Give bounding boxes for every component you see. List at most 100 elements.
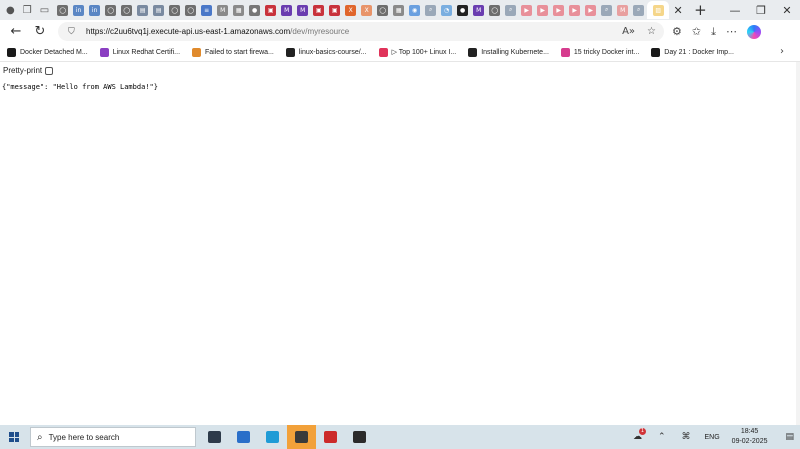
tab-black-1-favicon-icon: ● [457,4,469,16]
fav-day-21-docker[interactable]: Day 21 : Docker Imp... [651,47,734,57]
show-hidden-icons-icon[interactable]: ⌃ [658,432,666,442]
tab-docs-2[interactable]: ▤ [151,3,166,18]
microsoft-store-button[interactable] [229,425,258,449]
pretty-print-label: Pretty-print [3,66,43,75]
tab-orange-2[interactable]: X [359,3,374,18]
language-indicator[interactable]: ENG [705,434,720,441]
minimize-button[interactable]: — [722,4,748,17]
network-icon[interactable]: ⌘ [682,432,691,442]
tab-actions-icon[interactable]: ▭ [40,5,49,16]
new-tab-button[interactable]: + [694,2,707,18]
close-window-button[interactable]: ✕ [774,4,800,17]
fav-linux-basics[interactable]: linux-basics-course/... [285,47,367,57]
tab-circle-1-favicon-icon: ● [249,4,261,16]
start-button[interactable] [0,432,28,442]
tab-aws-active[interactable]: ▨ [647,1,670,19]
weather-icon[interactable]: ☁ 1 [633,428,646,442]
refresh-button[interactable]: ↻ [28,24,52,39]
acrobat-reader-button[interactable] [316,425,345,449]
tab-purple-3[interactable]: M [471,3,486,18]
tab-mail-1[interactable]: M [215,3,230,18]
tab-youtube-3[interactable]: ▶ [551,3,566,18]
tab-docs-1[interactable]: ▤ [135,3,150,18]
tab-github-1[interactable]: ◯ [55,3,70,18]
fav-linux-redhat[interactable]: Linux Redhat Certifi... [99,47,180,57]
terminal-button[interactable] [345,425,374,449]
tab-youtube-3-favicon-icon: ▶ [553,4,565,16]
more-menu-icon[interactable]: ⋯ [726,25,737,38]
fav-linux-redhat-icon [99,47,109,57]
fav-day-21-docker-icon [651,47,661,57]
tab-black-1[interactable]: ● [455,3,470,18]
task-view-button[interactable] [200,425,229,449]
tab-linkedin-1[interactable]: in [71,3,86,18]
copilot-icon[interactable] [746,24,761,39]
tab-docs-1-favicon-icon: ▤ [137,4,149,16]
read-aloud-icon[interactable]: A» [622,26,635,37]
tab-blue-2[interactable]: ◔ [439,3,454,18]
address-url[interactable]: https://c2uu6tvq1j.execute-api.us-east-1… [86,27,349,36]
tab-gmail-1-favicon-icon: M [617,4,629,16]
tab-search-3-favicon-icon: ⌕ [601,4,613,16]
downloads-icon[interactable]: ⤓ [711,25,716,39]
extensions-icon[interactable]: ⚙ [672,25,682,38]
tab-github-4[interactable]: ◯ [167,3,182,18]
profile-icon[interactable]: ● [6,5,15,16]
favorite-label: ▷ Top 100+ Linux I... [391,49,457,56]
fav-docker-detached[interactable]: Docker Detached M... [7,47,88,57]
tab-search-2[interactable]: ⌕ [503,3,518,18]
edge-browser-button[interactable] [258,425,287,449]
tab-search-1[interactable]: ⌕ [423,3,438,18]
fav-top-100-linux[interactable]: ▷ Top 100+ Linux I... [378,47,457,57]
tab-red-2[interactable]: ▣ [311,3,326,18]
tab-red-1[interactable]: ▣ [263,3,278,18]
close-tab-button[interactable]: ✕ [670,3,686,18]
tab-github-2[interactable]: ◯ [103,3,118,18]
tab-youtube-2[interactable]: ▶ [535,3,550,18]
pretty-print-toggle[interactable]: Pretty-print [3,66,54,75]
fav-failed-firewall-icon [192,47,202,57]
tab-github-7[interactable]: ◯ [487,3,502,18]
tab-doc-2[interactable]: ▦ [391,3,406,18]
tab-orange-1[interactable]: X [343,3,358,18]
tab-circle-1[interactable]: ● [247,3,262,18]
taskbar: ⌕ Type here to search ☁ 1 ⌃ ⌘ ENG 18:45 0… [0,425,800,449]
back-button[interactable]: ← [4,24,28,39]
tab-github-3[interactable]: ◯ [119,3,134,18]
tab-github-6[interactable]: ◯ [375,3,390,18]
pretty-print-checkbox[interactable] [45,66,54,75]
tab-youtube-4[interactable]: ▶ [567,3,582,18]
navigation-bar: ← ↻ ⛉ https://c2uu6tvq1j.execute-api.us-… [0,20,800,43]
tab-search-3[interactable]: ⌕ [599,3,614,18]
page-scrollbar[interactable] [796,62,800,426]
tab-purple-2[interactable]: M [295,3,310,18]
fav-failed-firewall[interactable]: Failed to start firewa... [192,47,274,57]
tab-doc-1[interactable]: ▦ [231,3,246,18]
favorites-icon[interactable]: ✩ [692,25,701,38]
restore-button[interactable]: ❐ [748,4,774,17]
tab-blue-1[interactable]: ◉ [407,3,422,18]
address-bar[interactable]: ⛉ https://c2uu6tvq1j.execute-api.us-east… [58,22,664,41]
tab-youtube-1[interactable]: ▶ [519,3,534,18]
favorite-label: Day 21 : Docker Imp... [664,48,734,56]
sticky-notes-button[interactable] [287,425,316,449]
tab-linkedin-2[interactable]: in [87,3,102,18]
tab-red-3[interactable]: ▣ [327,3,342,18]
tab-stack-1[interactable]: ≡ [199,3,214,18]
fav-15-tricky-docker[interactable]: 15 tricky Docker int... [560,47,639,57]
fav-installing-kubernetes[interactable]: Installing Kubernete... [468,47,549,57]
tab-youtube-5[interactable]: ▶ [583,3,598,18]
tab-linkedin-2-favicon-icon: in [89,4,101,16]
notifications-icon[interactable]: ▤ [785,432,794,442]
tab-purple-1[interactable]: M [279,3,294,18]
tab-search-4[interactable]: ⌕ [631,3,646,18]
tab-youtube-4-favicon-icon: ▶ [569,4,581,16]
site-info-icon[interactable]: ⛉ [68,26,86,37]
tab-github-5[interactable]: ◯ [183,3,198,18]
workspaces-icon[interactable]: ❒ [23,5,32,16]
favorite-star-icon[interactable]: ☆ [647,26,656,37]
tab-gmail-1[interactable]: M [615,3,630,18]
favorites-more-icon[interactable]: › [780,43,784,61]
clock[interactable]: 18:45 09-02-2025 [732,427,768,447]
taskbar-search[interactable]: ⌕ Type here to search [30,427,196,447]
